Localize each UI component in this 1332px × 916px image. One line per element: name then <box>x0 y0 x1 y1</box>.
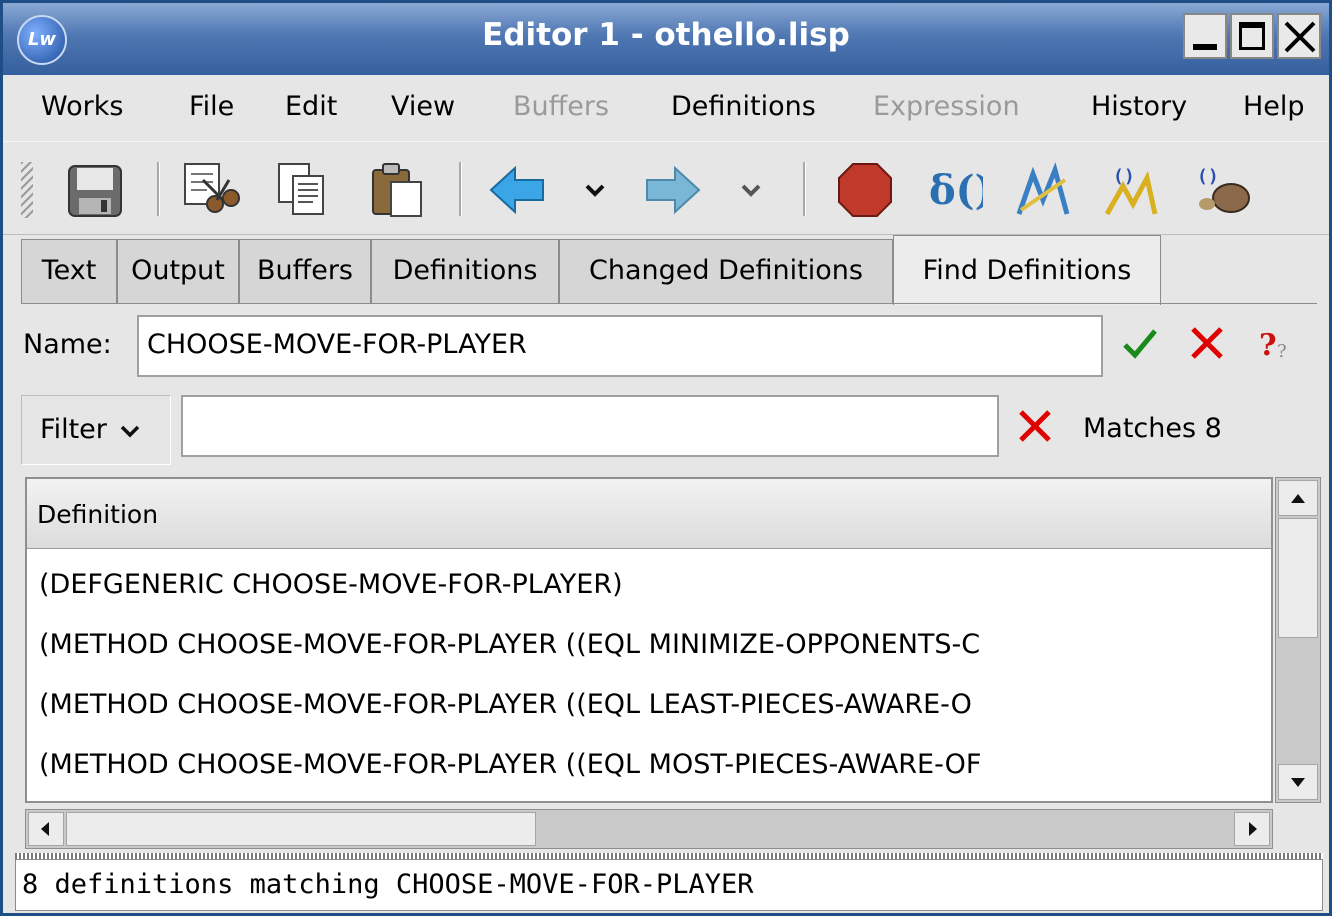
close-icon <box>1284 21 1316 53</box>
tab-text[interactable]: Text <box>21 239 117 303</box>
scroll-left-button[interactable] <box>28 812 64 846</box>
scroll-up-button[interactable] <box>1278 480 1318 516</box>
stop-icon[interactable] <box>835 160 895 220</box>
cancel-icon[interactable] <box>1189 325 1225 361</box>
trace-icon[interactable]: () <box>1101 160 1161 220</box>
filter-input[interactable] <box>181 395 999 457</box>
back-history-icon[interactable] <box>577 160 613 220</box>
tab-buffers[interactable]: Buffers <box>239 239 371 303</box>
triangle-up-icon <box>1291 494 1305 503</box>
cut-icon[interactable] <box>181 160 241 220</box>
svg-text:(): () <box>1197 166 1219 187</box>
horizontal-scrollbar[interactable] <box>25 809 1273 849</box>
help-icon[interactable]: ? ? <box>1253 323 1295 365</box>
menu-bar: Works File Edit View Buffers Definitions… <box>3 75 1329 141</box>
menu-file[interactable]: File <box>189 91 234 122</box>
menu-history[interactable]: History <box>1091 91 1187 122</box>
vertical-scrollbar[interactable] <box>1275 477 1321 803</box>
menu-edit[interactable]: Edit <box>285 91 337 122</box>
forward-history-icon[interactable] <box>733 160 769 220</box>
menu-buffers[interactable]: Buffers <box>513 91 609 122</box>
back-icon[interactable] <box>487 160 547 220</box>
maximize-button[interactable] <box>1230 13 1274 59</box>
column-header-definition[interactable]: Definition <box>27 479 1271 549</box>
minimize-button[interactable] <box>1183 13 1227 59</box>
menu-expression[interactable]: Expression <box>873 91 1020 122</box>
list-item[interactable]: (METHOD CHOOSE-MOVE-FOR-PLAYER ((EQL MOS… <box>39 735 981 795</box>
list-item[interactable]: (DEFGENERIC CHOOSE-MOVE-FOR-PLAYER) <box>39 555 623 615</box>
list-item[interactable]: (METHOD CHOOSE-MOVE-FOR-PLAYER ((EQL LEA… <box>39 675 972 735</box>
tab-definitions[interactable]: Definitions <box>371 239 559 303</box>
tab-changed-definitions[interactable]: Changed Definitions <box>559 239 893 303</box>
forward-icon[interactable] <box>643 160 703 220</box>
filter-menu-button[interactable]: Filter <box>21 395 171 465</box>
menu-works[interactable]: Works <box>41 91 123 122</box>
vertical-scroll-thumb[interactable] <box>1278 518 1318 638</box>
scroll-down-button[interactable] <box>1278 764 1318 800</box>
status-bar: 8 definitions matching CHOOSE-MOVE-FOR-P… <box>15 859 1323 911</box>
tab-output[interactable]: Output <box>117 239 239 303</box>
menu-view[interactable]: View <box>391 91 455 122</box>
triangle-down-icon <box>1291 778 1305 787</box>
menu-definitions[interactable]: Definitions <box>671 91 816 122</box>
check-icon[interactable] <box>1121 325 1159 363</box>
name-label: Name: <box>23 329 112 360</box>
tab-find-definitions[interactable]: Find Definitions <box>893 235 1161 305</box>
list-item[interactable]: (METHOD CHOOSE-MOVE-FOR-PLAYER ((EQL MIN… <box>39 615 980 675</box>
copy-icon[interactable] <box>273 160 333 220</box>
title-bar[interactable]: Lw Editor 1 - othello.lisp <box>3 3 1329 75</box>
editor-window: Lw Editor 1 - othello.lisp Works File Ed… <box>0 0 1332 916</box>
scroll-right-button[interactable] <box>1234 812 1270 846</box>
horizontal-scroll-thumb[interactable] <box>66 812 536 846</box>
toolbar-separator <box>157 162 160 216</box>
chevron-down-icon <box>121 425 140 437</box>
debug-icon[interactable]: () <box>1193 160 1253 220</box>
inspect-icon[interactable]: δ() <box>923 160 983 220</box>
toolbar: δ() () () <box>3 141 1329 235</box>
menu-help[interactable]: Help <box>1243 91 1305 122</box>
triangle-right-icon <box>1249 822 1257 836</box>
svg-text:?: ? <box>1259 328 1277 363</box>
svg-text:δ(): δ() <box>929 167 983 214</box>
definitions-list[interactable]: Definition (DEFGENERIC CHOOSE-MOVE-FOR-P… <box>25 477 1273 803</box>
name-input[interactable]: CHOOSE-MOVE-FOR-PLAYER <box>137 315 1103 377</box>
matches-count: Matches 8 <box>1083 413 1222 444</box>
toolbar-separator <box>803 162 806 216</box>
profile-icon[interactable] <box>1013 160 1073 220</box>
save-icon[interactable] <box>65 160 125 220</box>
svg-text:?: ? <box>1277 341 1287 362</box>
window-title: Editor 1 - othello.lisp <box>482 17 850 53</box>
close-window-button[interactable] <box>1277 13 1321 59</box>
toolbar-separator <box>459 162 462 216</box>
triangle-left-icon <box>41 822 49 836</box>
toolbar-grip[interactable] <box>21 162 33 218</box>
filter-label: Filter <box>40 414 107 445</box>
paste-icon[interactable] <box>367 160 427 220</box>
clear-filter-icon[interactable] <box>1017 408 1053 444</box>
